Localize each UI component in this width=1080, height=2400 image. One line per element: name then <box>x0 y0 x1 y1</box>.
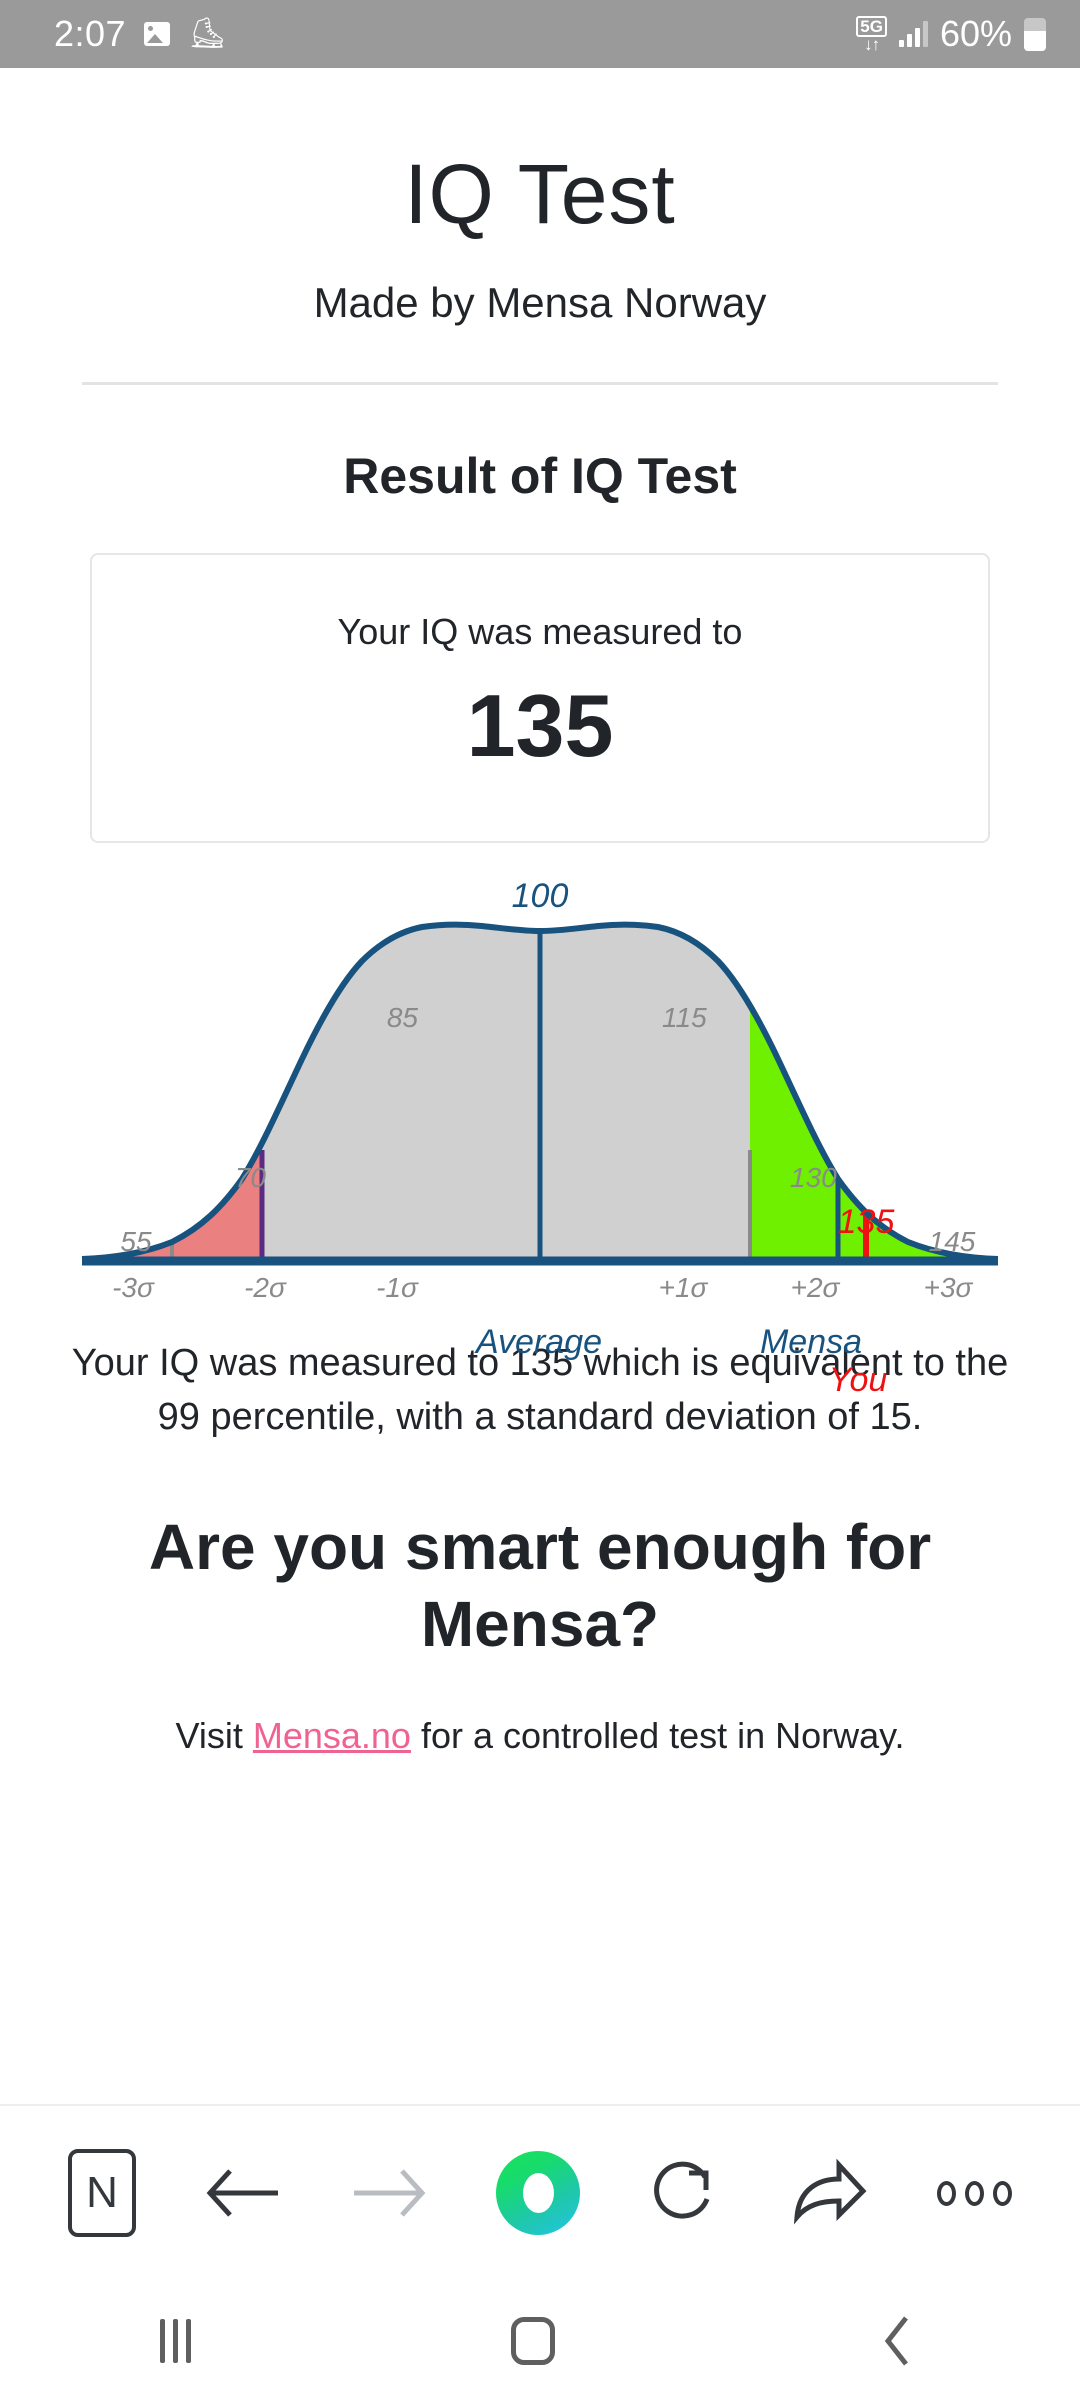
page-title: IQ Test <box>404 147 676 241</box>
brand-logo-button[interactable]: N <box>68 2149 137 2237</box>
share-arrow-icon <box>793 2158 867 2225</box>
cta-prefix: Visit <box>175 1714 253 1756</box>
tick-label-minus3sigma: -3σ <box>112 1272 155 1303</box>
forward-button <box>350 2163 428 2223</box>
reload-button[interactable] <box>649 2157 721 2229</box>
divider <box>82 382 998 385</box>
tick-label-minus1sigma: -1σ <box>376 1272 419 1303</box>
cta-heading: Are you smart enough for Mensa? <box>148 1510 932 1660</box>
home-button[interactable] <box>511 2317 556 2365</box>
home-ring-button[interactable] <box>496 2151 581 2235</box>
score-card: Your IQ was measured to 135 <box>90 553 990 843</box>
curve-label-70: 70 <box>235 1162 267 1193</box>
back-button[interactable] <box>876 2313 920 2369</box>
network-arrows-icon: ↓↑ <box>864 34 880 54</box>
chart-legend: Average Mensa You <box>0 1323 1080 1407</box>
arrow-right-icon <box>354 2169 426 2217</box>
ring-icon <box>496 2151 581 2235</box>
diving-icon: ⛸ <box>188 17 227 50</box>
chart-tick-labels: -3σ -2σ -1σ +1σ +2σ +3σ <box>112 1272 973 1303</box>
android-nav-bar <box>0 2282 1080 2400</box>
curve-label-115: 115 <box>662 1002 707 1033</box>
page-subtitle: Made by Mensa Norway <box>313 279 767 326</box>
recents-button[interactable] <box>160 2319 192 2363</box>
cta-suffix: for a controlled test in Norway. <box>410 1714 905 1756</box>
arrow-left-icon <box>206 2169 279 2217</box>
curve-label-55: 55 <box>120 1226 152 1257</box>
more-menu-button[interactable] <box>936 2180 1012 2206</box>
legend-you: You <box>828 1361 888 1399</box>
status-bar-left: 2:07 ⛸ <box>54 13 226 55</box>
curve-label-145: 145 <box>929 1226 976 1257</box>
status-time: 2:07 <box>54 13 127 54</box>
tick-label-plus1sigma: +1σ <box>659 1272 709 1303</box>
network-5g-icon: 5G ↓↑ <box>856 15 887 54</box>
status-bar: 2:07 ⛸ 5G ↓↑ 60% <box>0 0 1080 68</box>
bell-curve-svg: 100 85 115 70 130 135 55 145 -3σ -2σ -1σ… <box>81 877 999 1303</box>
page-content: IQ Test Made by Mensa Norway Result of I… <box>0 146 1080 1757</box>
reload-icon <box>653 2161 709 2219</box>
n-logo-icon: N <box>68 2149 137 2237</box>
share-button[interactable] <box>789 2157 869 2229</box>
photo-icon <box>144 22 171 46</box>
curve-label-100: 100 <box>512 877 569 915</box>
score-card-value: 135 <box>466 676 614 775</box>
signal-bars-icon <box>898 21 928 47</box>
cta-subtext: Visit Mensa.no for a controlled test in … <box>0 1715 1080 1757</box>
curve-label-130: 130 <box>790 1162 837 1193</box>
curve-label-135: 135 <box>838 1203 895 1241</box>
legend-average: Average <box>475 1323 603 1361</box>
curve-label-85: 85 <box>387 1002 419 1033</box>
status-bar-right: 5G ↓↑ 60% <box>856 13 1046 55</box>
back-button[interactable] <box>204 2163 282 2223</box>
bell-curve-chart: 100 85 115 70 130 135 55 145 -3σ -2σ -1σ… <box>0 869 1080 1399</box>
browser-toolbar: N <box>0 2104 1080 2280</box>
more-dots-icon <box>936 2180 1012 2206</box>
battery-percent-label: 60% <box>939 13 1012 54</box>
battery-icon <box>1024 17 1046 51</box>
legend-mensa: Mensa <box>759 1323 863 1361</box>
section-title: Result of IQ Test <box>343 448 737 504</box>
mensa-link[interactable]: Mensa.no <box>253 1715 411 1756</box>
score-card-label: Your IQ was measured to <box>337 611 743 652</box>
tick-label-plus3sigma: +3σ <box>924 1272 974 1303</box>
tick-label-minus2sigma: -2σ <box>244 1272 287 1303</box>
tick-label-plus2sigma: +2σ <box>791 1272 841 1303</box>
network-type-label: 5G <box>856 15 887 37</box>
